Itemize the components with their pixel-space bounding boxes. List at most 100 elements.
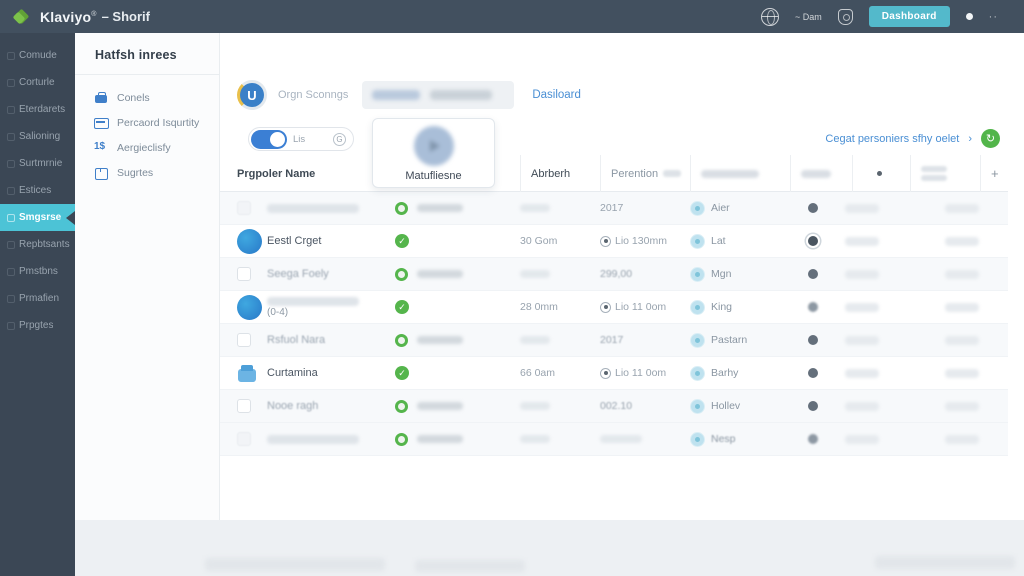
dashboard-link[interactable]: Dasiloard — [532, 89, 581, 101]
radio-icon[interactable] — [600, 368, 611, 379]
toggle-pill[interactable]: Lis G — [248, 127, 354, 151]
row-action-icon[interactable] — [808, 401, 818, 411]
toggle-switch[interactable] — [251, 130, 287, 149]
blurred-button[interactable] — [430, 90, 492, 100]
row-tag-label: Mgn — [711, 268, 731, 280]
column-header-blurred — [790, 155, 852, 192]
sidebar-item-comude[interactable]: Comude — [0, 42, 75, 69]
blurred-text — [520, 204, 550, 212]
sidebar-item-label: Prmafien — [19, 293, 59, 304]
row-action-icon[interactable] — [808, 368, 818, 378]
row-action-icon[interactable] — [808, 269, 818, 279]
badge-icon[interactable] — [838, 9, 853, 25]
sidebar-item-prpgtes[interactable]: Prpgtes — [0, 312, 75, 339]
table-row[interactable]: (0-4)✓28 0mmLio 11 0omKing — [220, 291, 1008, 324]
org-avatar[interactable]: U — [237, 80, 267, 110]
row-extra-cell — [945, 303, 1008, 312]
table-row[interactable]: Seega Foely299,00Mgn — [220, 258, 1008, 291]
table-row[interactable]: Eestl Crget✓30 GomLio 130mmLat — [220, 225, 1008, 258]
secondary-item-label: Percaord Isqurtity — [117, 117, 199, 129]
row-action-icon[interactable] — [808, 236, 818, 246]
row-extra-cell — [845, 402, 945, 411]
column-header-add[interactable]: + — [980, 155, 1008, 192]
row-checkbox[interactable] — [237, 267, 251, 281]
row-value-cell — [520, 402, 600, 410]
sidebar-item-eterdarets[interactable]: Eterdarets — [0, 96, 75, 123]
blurred-text — [663, 170, 681, 177]
sidebar-item-pmstbns[interactable]: Pmstbns — [0, 258, 75, 285]
blurred-text — [921, 166, 947, 181]
row-tag-label: Pastarn — [711, 334, 747, 346]
table-row[interactable]: Rsfuol Nara2017Pastarn — [220, 324, 1008, 357]
sidebar-item-surtmrnie[interactable]: Surtmrnie — [0, 150, 75, 177]
row-action-icon[interactable] — [808, 302, 818, 312]
go-button[interactable]: ↻ — [981, 129, 1000, 148]
table-row[interactable]: Nesp — [220, 423, 1008, 456]
briefcase-icon — [94, 91, 108, 104]
globe-icon[interactable] — [761, 8, 779, 26]
secondary-item-percaord-isqurtity[interactable]: Percaord Isqurtity — [75, 110, 219, 135]
org-avatar-initial: U — [240, 83, 264, 107]
row-checkbox[interactable] — [237, 399, 251, 413]
more-menu-icon[interactable]: ·· — [989, 11, 998, 23]
secondary-sidebar-title: Hatfsh inrees — [75, 33, 219, 62]
table-row[interactable]: Nooe ragh002.10Hollev — [220, 390, 1008, 423]
sidebar-item-icon — [7, 214, 15, 222]
row-extra-cell — [845, 204, 945, 213]
row-checkbox[interactable] — [237, 201, 251, 215]
row-action-icon[interactable] — [808, 335, 818, 345]
blurred-text — [945, 237, 979, 246]
row-tag-cell: Nesp — [690, 432, 790, 447]
secondary-item-sugrtes[interactable]: Sugrtes — [75, 160, 219, 185]
row-name: Curtamina — [267, 367, 395, 379]
secondary-item-conels[interactable]: Conels — [75, 85, 219, 110]
secondary-item-aergieclisfy[interactable]: Aergieclisfy — [75, 135, 219, 160]
row-extra-cell — [945, 402, 1008, 411]
row-action-icon[interactable] — [808, 203, 818, 213]
sidebar-item-label: Smgsrse — [19, 212, 61, 223]
preview-card[interactable]: Matufliesne — [372, 118, 495, 188]
rates-icon — [94, 141, 108, 154]
create-personalized-link[interactable]: Cegat personiers sfhy oelet — [825, 133, 959, 145]
row-status-cell — [395, 334, 520, 347]
row-checkbox[interactable] — [237, 333, 251, 347]
refresh-g-icon[interactable]: G — [333, 133, 346, 146]
table-row[interactable]: Curtamina✓66 0amLio 11 0omBarhy — [220, 357, 1008, 390]
row-status-cell — [395, 400, 520, 413]
topbar-actions: ~ Dam Dashboard ·· — [761, 6, 1024, 27]
radio-icon[interactable] — [600, 236, 611, 247]
footer-strip — [75, 520, 1024, 576]
table-row[interactable]: 2017Aier — [220, 192, 1008, 225]
sidebar-item-corturle[interactable]: Corturle — [0, 69, 75, 96]
blurred-text — [801, 170, 831, 178]
row-tag-label: Lat — [711, 235, 726, 247]
row-action-cell — [790, 434, 845, 444]
column-header-perention: Perention — [600, 155, 690, 192]
blurred-text — [417, 402, 463, 410]
sidebar-item-estices[interactable]: Estices — [0, 177, 75, 204]
row-checkbox[interactable] — [237, 432, 251, 446]
sidebar-item-smgsrse[interactable]: Smgsrse — [0, 204, 75, 231]
tag-dot-icon — [690, 234, 705, 249]
blurred-button[interactable] — [372, 90, 420, 100]
klaviyo-logo-icon[interactable] — [14, 9, 29, 24]
row-name: Nooe ragh — [267, 400, 395, 412]
sidebar-item-label: Corturle — [19, 77, 55, 88]
column-header-abrberh: Abrberh — [520, 155, 600, 192]
row-extra-cell — [945, 270, 1008, 279]
sidebar-item-salioning[interactable]: Salioning — [0, 123, 75, 150]
table-header: Prgpoler Name Abrberh Perention + — [220, 155, 1008, 192]
radio-icon[interactable] — [600, 302, 611, 313]
play-icon[interactable] — [414, 126, 454, 166]
dashboard-button[interactable]: Dashboard — [869, 6, 950, 27]
box-icon — [94, 166, 108, 179]
blurred-text — [945, 369, 979, 378]
column-header-dot — [852, 155, 910, 192]
header-button-group[interactable] — [362, 81, 514, 109]
row-action-icon[interactable] — [808, 434, 818, 444]
row-value-cell: 28 0mm — [520, 301, 600, 313]
row-value-text: 299,00 — [600, 268, 632, 280]
blurred-text — [267, 204, 359, 213]
sidebar-item-repbtsants[interactable]: Repbtsants — [0, 231, 75, 258]
sidebar-item-prmafien[interactable]: Prmafien — [0, 285, 75, 312]
